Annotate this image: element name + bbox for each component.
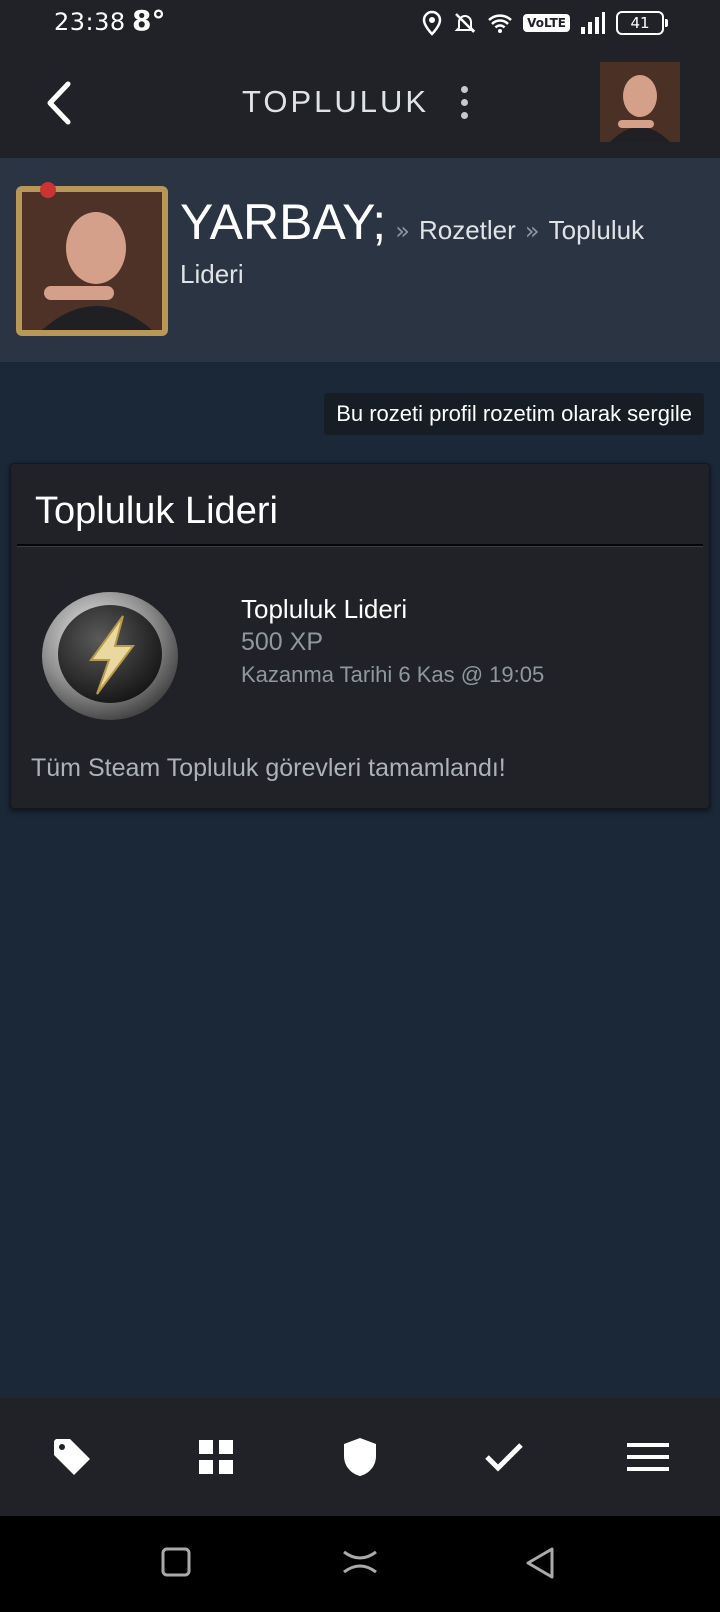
check-icon <box>485 1443 523 1472</box>
divider <box>17 544 703 547</box>
badge-card: Topluluk Lideri Topluluk Lideri 500 XP K… <box>10 463 710 809</box>
breadcrumb-badges[interactable]: Rozetler <box>419 215 516 245</box>
badge-earned-date: Kazanma Tarihi 6 Kas @ 19:05 <box>241 662 545 687</box>
badge-description: Tüm Steam Topluluk görevleri tamamlandı! <box>31 754 506 782</box>
page-title: TOPLULUK <box>242 84 430 119</box>
nav-confirmations[interactable] <box>432 1398 576 1516</box>
profile-avatar[interactable] <box>16 182 168 336</box>
back-button[interactable] <box>40 76 80 130</box>
nav-menu[interactable] <box>576 1398 720 1516</box>
app-bar: TOPLULUK <box>0 50 720 158</box>
location-icon <box>422 10 442 36</box>
more-vertical-icon-dot <box>460 99 468 106</box>
shield-icon <box>344 1438 376 1476</box>
more-vertical-icon-dot <box>460 112 468 119</box>
showcase-badge-button[interactable]: Bu rozeti profil rozetim olarak sergile <box>324 393 704 435</box>
profile-header: YARBAY; » Rozetler » Topluluk Lideri <box>0 158 720 362</box>
wifi-icon <box>488 14 512 33</box>
recents-button[interactable] <box>160 1546 192 1582</box>
status-time: 23:38 <box>54 8 126 36</box>
user-avatar[interactable] <box>600 62 680 142</box>
nav-library[interactable] <box>144 1398 288 1516</box>
back-icon <box>526 1547 554 1579</box>
recents-icon <box>161 1547 191 1577</box>
battery-icon: 41 <box>616 11 668 35</box>
battery-level: 41 <box>630 14 650 32</box>
tag-icon <box>54 1439 90 1475</box>
badge-name: Topluluk Lideri <box>241 594 408 624</box>
mute-icon <box>454 13 476 33</box>
frame-ornament <box>40 182 56 198</box>
signal-icon <box>581 12 605 34</box>
breadcrumb: YARBAY; » Rozetler » Topluluk Lideri <box>180 197 700 298</box>
system-back-button[interactable] <box>524 1546 556 1584</box>
nav-guard[interactable] <box>288 1398 432 1516</box>
more-vertical-icon <box>460 86 468 93</box>
nav-store[interactable] <box>0 1398 144 1516</box>
breadcrumb-separator: » <box>524 217 540 245</box>
grid-icon <box>199 1440 233 1474</box>
status-temperature: 8° <box>132 4 166 37</box>
more-options-button[interactable] <box>452 80 476 126</box>
home-button[interactable] <box>342 1546 378 1582</box>
avatar-image <box>22 192 162 330</box>
menu-icon <box>627 1443 669 1471</box>
status-bar: 23:38 8° VoLTE 41 <box>0 0 720 50</box>
profile-name[interactable]: YARBAY; <box>180 194 386 250</box>
lightning-badge-icon <box>39 582 181 724</box>
chevron-left-icon <box>47 81 71 125</box>
status-icons: VoLTE 41 <box>421 10 668 36</box>
breadcrumb-separator: » <box>395 217 410 245</box>
home-icon <box>343 1550 377 1574</box>
volte-badge: VoLTE <box>523 14 570 32</box>
bottom-navigation <box>0 1398 720 1516</box>
system-navigation <box>0 1516 720 1612</box>
badge-card-title: Topluluk Lideri <box>35 490 278 532</box>
badge-xp: 500 XP <box>241 628 324 656</box>
avatar-image <box>600 62 680 142</box>
